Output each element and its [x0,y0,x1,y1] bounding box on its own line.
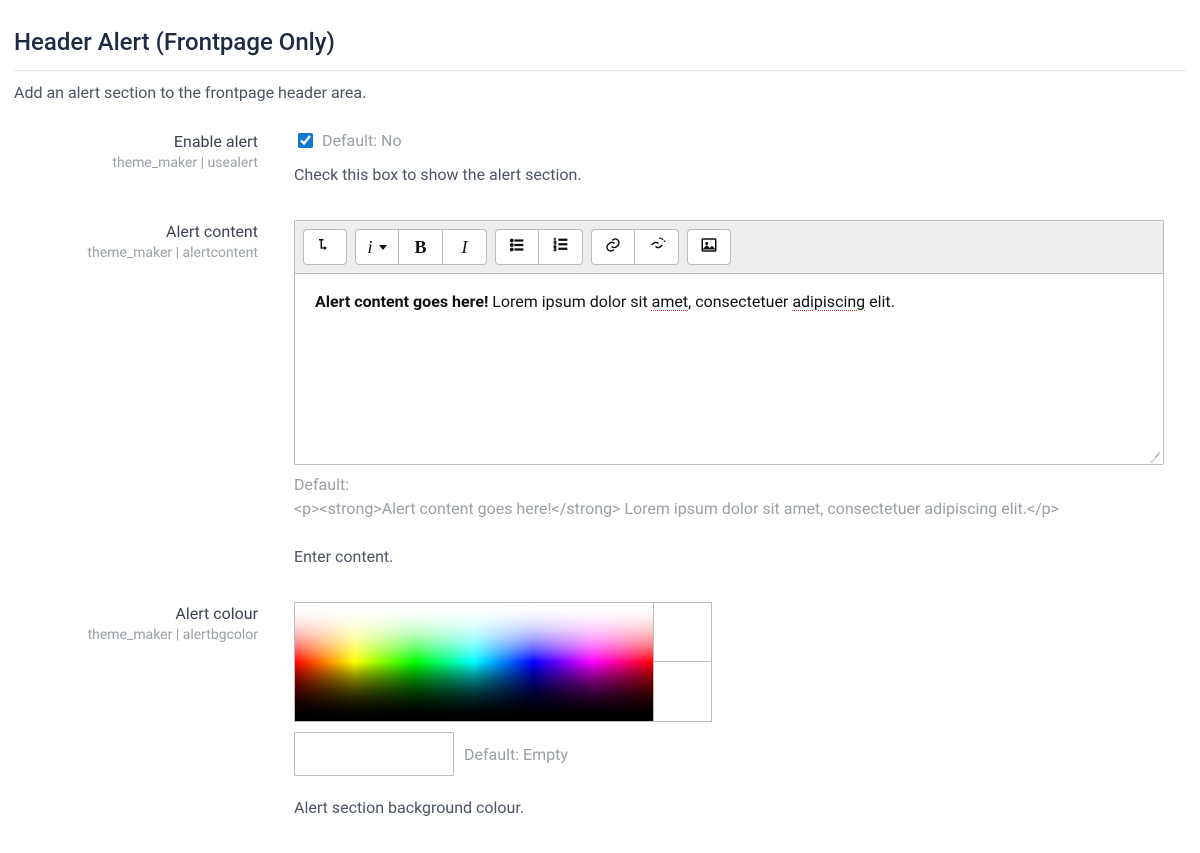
default-block: Default: <p><strong>Alert content goes h… [294,473,1164,521]
bold-icon: B [414,237,426,258]
number-list-icon: 123 [552,236,570,259]
setting-help: Alert section background colour. [294,798,1164,817]
setting-label: Enable alert theme_maker | usealert [14,130,294,171]
setting-tech-name: theme_maker | alertcontent [14,245,258,261]
section-divider [14,70,1186,71]
toolbar-bold-button[interactable]: B [399,229,443,265]
colour-spectrum[interactable] [294,602,654,722]
unlink-icon [648,236,666,259]
toolbar-expand-button[interactable] [303,229,347,265]
editor-text: elit. [865,292,895,311]
setting-label: Alert colour theme_maker | alertbgcolor [14,602,294,643]
italic-icon: I [462,237,468,258]
toolbar-link-button[interactable] [591,229,635,265]
label-text: Alert colour [14,604,258,623]
resize-handle[interactable] [1149,450,1161,462]
editor-toolbar: i B I [295,221,1163,274]
setting-alert-colour: Alert colour theme_maker | alertbgcolor … [14,602,1186,817]
default-label: Default: [294,473,1164,497]
setting-help: Enter content. [294,547,1164,566]
toolbar-unlink-button[interactable] [635,229,679,265]
section-title: Header Alert (Frontpage Only) [14,28,1186,56]
label-text: Alert content [14,222,258,241]
expand-icon [316,236,334,259]
setting-control: Default: No Check this box to show the a… [294,130,1164,184]
default-value: <p><strong>Alert content goes here!</str… [294,497,1164,521]
chevron-down-icon [379,245,387,250]
default-indicator: Default: Empty [464,745,568,764]
previous-colour-swatch[interactable] [654,662,712,722]
setting-tech-name: theme_maker | usealert [14,155,258,171]
current-colour-swatch[interactable] [654,602,712,662]
editor-text: Lorem ipsum dolor sit [488,292,651,311]
editor-text-misspell: adipiscing [792,292,865,311]
editor-text: , consectetuer [688,292,792,311]
enable-alert-checkbox[interactable] [298,133,313,148]
setting-control: Default: Empty Alert section background … [294,602,1164,817]
setting-help: Check this box to show the alert section… [294,165,1164,184]
editor-text-strong: Alert content goes here! [315,292,488,311]
styles-icon: i [367,237,372,258]
setting-tech-name: theme_maker | alertbgcolor [14,627,258,643]
setting-control: i B I [294,220,1164,566]
toolbar-number-list-button[interactable]: 123 [539,229,583,265]
toolbar-italic-button[interactable]: I [443,229,487,265]
rich-text-editor: i B I [294,220,1164,465]
setting-alert-content: Alert content theme_maker | alertcontent [14,220,1186,566]
toolbar-image-button[interactable] [687,229,731,265]
editor-content-area[interactable]: Alert content goes here! Lorem ipsum dol… [295,274,1163,464]
link-icon [604,236,622,259]
setting-label: Alert content theme_maker | alertcontent [14,220,294,261]
toolbar-bullet-list-button[interactable] [495,229,539,265]
setting-enable-alert: Enable alert theme_maker | usealert Defa… [14,130,1186,184]
bullet-list-icon [508,236,526,259]
editor-text-misspell: amet [652,292,688,311]
label-text: Enable alert [14,132,258,151]
image-icon [700,236,718,259]
toolbar-styles-button[interactable]: i [355,229,399,265]
colour-hex-input[interactable] [294,732,454,776]
svg-text:3: 3 [553,247,556,253]
default-indicator: Default: No [322,131,402,150]
section-description: Add an alert section to the frontpage he… [14,83,1186,102]
swatch-column [654,602,712,722]
